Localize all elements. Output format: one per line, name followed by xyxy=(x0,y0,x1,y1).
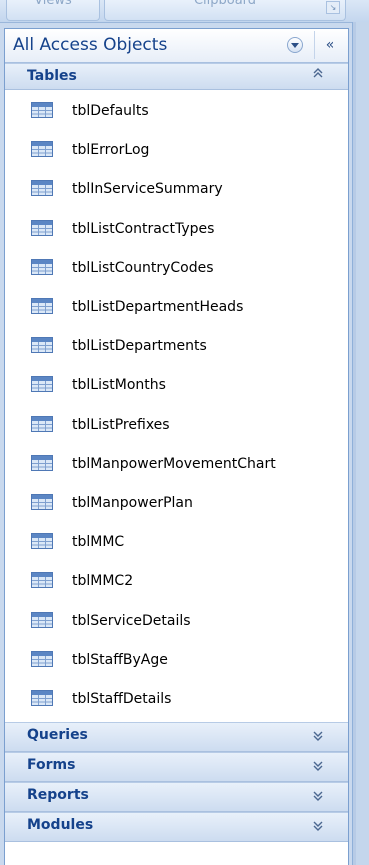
table-item-label: tblDefaults xyxy=(72,103,149,119)
table-item-label: tblListPrefixes xyxy=(72,416,170,433)
group-title-forms: Forms xyxy=(27,757,76,773)
category-dropdown-button[interactable] xyxy=(287,37,303,53)
double-chevron-down-icon xyxy=(312,790,324,805)
table-icon xyxy=(31,611,53,628)
chevron-down-icon xyxy=(291,43,299,48)
table-icon xyxy=(31,219,53,236)
table-item-label: tblServiceDetails xyxy=(72,612,191,629)
table-item[interactable]: tblInServiceSummary xyxy=(5,170,348,208)
table-icon xyxy=(31,690,53,706)
table-item[interactable]: tblManpowerMovementChart xyxy=(5,445,348,483)
table-item-label: tblListCountryCodes xyxy=(72,259,214,276)
table-item[interactable]: tblListDepartments xyxy=(5,327,348,365)
collapsed-groups: Queries Forms Reports Modules xyxy=(5,722,348,842)
table-icon xyxy=(31,454,53,471)
table-item-label: tblListContractTypes xyxy=(72,220,215,237)
group-title-queries: Queries xyxy=(27,727,88,743)
navigation-pane-title: All Access Objects xyxy=(13,35,168,55)
dialog-launcher-icon[interactable]: ↘ xyxy=(326,1,340,14)
table-item-label: tblManpowerMovementChart xyxy=(72,455,276,472)
group-header-queries[interactable]: Queries xyxy=(5,722,348,752)
table-item[interactable]: tblManpowerPlan xyxy=(5,484,348,522)
table-item-label: tblListDepartmentHeads xyxy=(72,299,244,315)
group-header-modules[interactable]: Modules xyxy=(5,812,348,842)
table-item[interactable]: tblServiceDetails xyxy=(5,602,348,640)
double-chevron-down-icon xyxy=(312,730,324,745)
group-header-reports[interactable]: Reports xyxy=(5,782,348,812)
group-title-tables: Tables xyxy=(27,68,77,84)
table-item-label: tblInServiceSummary xyxy=(72,181,223,198)
table-item[interactable]: tblMMC2 xyxy=(5,562,348,600)
table-item[interactable]: tblListCountryCodes xyxy=(5,249,348,287)
table-icon xyxy=(31,337,53,354)
ribbon-strip: Views Clipboard ↘ xyxy=(0,0,369,23)
ribbon-group-clipboard[interactable]: Clipboard xyxy=(104,0,346,21)
ribbon-group-views-label: Views xyxy=(34,0,72,8)
table-item[interactable]: tblStaffDetails xyxy=(5,680,348,718)
table-icon xyxy=(31,533,53,550)
table-item[interactable]: tblDefaults xyxy=(5,92,348,130)
table-icon xyxy=(31,102,53,118)
table-item[interactable]: tblStaffByAge xyxy=(5,641,348,679)
ribbon-group-views[interactable]: Views xyxy=(6,0,100,21)
table-item[interactable]: tblListMonths xyxy=(5,366,348,404)
navigation-pane: All Access Objects « Tables tblDefaults t… xyxy=(4,28,349,865)
table-item-label: tblManpowerPlan xyxy=(72,495,193,511)
table-item-label: tblErrorLog xyxy=(72,142,150,159)
workspace-edge xyxy=(352,22,369,865)
table-icon xyxy=(31,141,53,158)
table-item-label: tblListMonths xyxy=(72,377,166,394)
navigation-pane-header[interactable]: All Access Objects « xyxy=(5,29,348,63)
group-header-forms[interactable]: Forms xyxy=(5,752,348,782)
table-icon xyxy=(31,572,53,589)
table-item-label: tblMMC2 xyxy=(72,573,134,590)
double-chevron-up-icon xyxy=(312,67,324,82)
group-header-tables[interactable]: Tables xyxy=(5,63,348,90)
table-item-label: tblStaffByAge xyxy=(72,651,168,668)
table-item-label: tblMMC xyxy=(72,534,125,551)
double-chevron-left-icon: « xyxy=(325,37,335,53)
double-chevron-down-icon xyxy=(312,760,324,775)
double-chevron-down-icon xyxy=(312,820,324,835)
table-icon xyxy=(31,415,53,432)
table-item[interactable]: tblListContractTypes xyxy=(5,210,348,248)
table-icon xyxy=(31,180,53,197)
group-title-reports: Reports xyxy=(27,787,89,803)
table-item[interactable]: tblListPrefixes xyxy=(5,406,348,444)
table-item[interactable]: tblErrorLog xyxy=(5,131,348,169)
table-item-label: tblListDepartments xyxy=(72,338,207,355)
table-icon xyxy=(31,494,53,510)
tables-list: tblDefaults tblErrorLog tblInServiceSummar… xyxy=(5,90,348,722)
ribbon-group-clipboard-label: Clipboard xyxy=(193,0,257,8)
table-icon xyxy=(31,298,53,314)
table-icon xyxy=(31,376,53,393)
group-title-modules: Modules xyxy=(27,817,94,833)
table-item[interactable]: tblListDepartmentHeads xyxy=(5,288,348,326)
table-icon xyxy=(31,258,53,275)
table-item[interactable]: tblMMC xyxy=(5,523,348,561)
table-icon xyxy=(31,650,53,667)
table-item-label: tblStaffDetails xyxy=(72,691,172,707)
shutter-bar-collapse-button[interactable]: « xyxy=(314,31,345,59)
